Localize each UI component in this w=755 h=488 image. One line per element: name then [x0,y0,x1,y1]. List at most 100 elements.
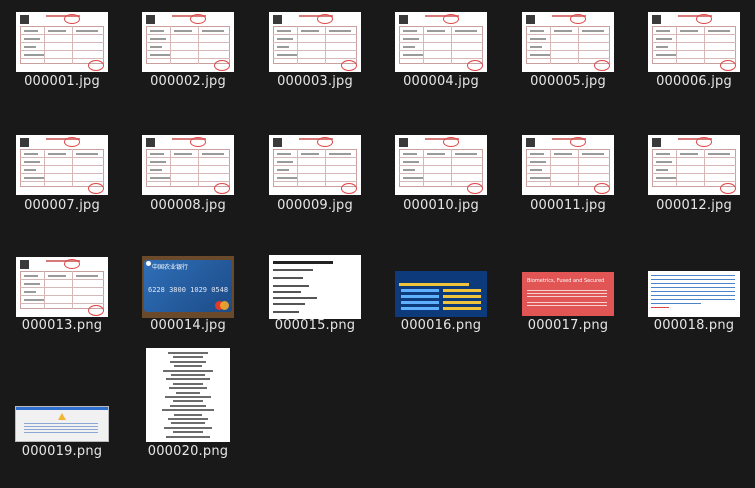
poster-line [399,283,469,286]
file-item[interactable]: Biometrics, Fused and Secured 000017.png [506,245,630,365]
file-item[interactable]: 000011.jpg [506,123,630,243]
file-item[interactable]: 000008.jpg [126,123,250,243]
file-item[interactable]: 000010.jpg [379,123,503,243]
text-line [168,418,208,420]
text-line [24,46,36,48]
table-rule [399,157,483,158]
table-rule [399,181,483,182]
table-column-rule [325,26,326,64]
table-rule [20,157,104,158]
file-item[interactable]: 000018.png [632,245,755,365]
qr-code-image [526,15,535,24]
text-line [403,46,415,48]
text-line [202,30,224,32]
table-rule [20,295,104,296]
table-rule [273,157,357,158]
file-item[interactable]: 000004.jpg [379,0,503,120]
text-line [171,374,205,376]
file-item[interactable]: 000001.jpg [0,0,124,120]
table-column-rule [676,149,677,187]
banner-title: Biometrics, Fused and Secured [527,278,605,284]
text-line [273,297,317,299]
text-line [174,365,202,368]
file-item[interactable]: 000002.jpg [126,0,250,120]
qr-code-image [399,138,408,147]
poster-line [401,289,439,292]
text-line [163,369,213,372]
text-line [530,54,550,56]
text-line [24,291,36,293]
table-rule [399,50,483,51]
text-line [76,153,98,155]
table-rule [146,34,230,35]
table-rule [20,58,104,59]
file-item[interactable]: 000019.png [0,368,124,488]
seal-stamp [341,60,357,71]
table-rule [20,279,104,280]
seal-stamp [214,60,230,71]
file-thumbnail [395,271,487,317]
table-rule [20,181,104,182]
file-item[interactable]: 000015.png [253,245,377,365]
table-column-rule [44,26,45,64]
text-line [403,30,417,32]
file-item[interactable]: 000013.png [0,245,124,365]
file-name-label: 000004.jpg [403,74,479,89]
file-item[interactable]: 000016.png [379,245,503,365]
text-line [403,169,415,171]
text-line [656,54,676,56]
seal-stamp [88,305,104,316]
file-item[interactable]: 000005.jpg [506,0,630,120]
file-item[interactable]: 000020.png [126,348,250,488]
seal-stamp [64,14,80,24]
table-column-rule [72,271,73,309]
text-line [455,30,477,32]
text-line [48,153,66,155]
qr-code-image [652,138,661,147]
text-line [277,38,293,40]
file-item[interactable]: 中国农业银行 6228 3800 1029 0548 000014.jpg [126,245,250,365]
table-rule [20,165,104,166]
file-item[interactable]: 000006.jpg [632,0,755,120]
file-item[interactable]: 000009.jpg [253,123,377,243]
text-line [527,293,607,294]
table-column-rule [198,26,199,64]
table-column-rule [704,149,705,187]
text-line [166,378,210,381]
text-line [403,54,423,56]
text-line [24,54,44,56]
text-line [150,169,162,171]
table-rule [652,50,736,51]
file-name-label: 000011.jpg [530,198,606,213]
table-rule [146,165,230,166]
text-line [24,423,98,424]
file-thumbnail [269,135,361,195]
text-line [656,153,670,155]
file-item[interactable]: 000007.jpg [0,123,124,243]
file-thumbnail [648,12,740,72]
file-thumbnail [522,135,614,195]
text-line [24,30,38,32]
file-item[interactable]: 000012.jpg [632,123,755,243]
poster-line [443,289,481,292]
file-name-label: 000003.jpg [277,74,353,89]
text-line [48,30,66,32]
file-item[interactable]: 000003.jpg [253,0,377,120]
text-line [150,177,170,179]
text-line [24,299,44,301]
text-line [301,153,319,155]
poster-line [401,295,439,298]
file-name-label: 000016.png [400,318,482,333]
table-rule [273,34,357,35]
seal-stamp [570,137,586,147]
table-rule [146,181,230,182]
poster-line [443,307,481,310]
table-column-rule [325,149,326,187]
table-rule [652,157,736,158]
table-rule [652,58,736,59]
seal-stamp [570,14,586,24]
table-rule [399,42,483,43]
file-name-label: 000017.png [527,318,609,333]
table-column-rule [72,26,73,64]
text-line [162,409,214,412]
